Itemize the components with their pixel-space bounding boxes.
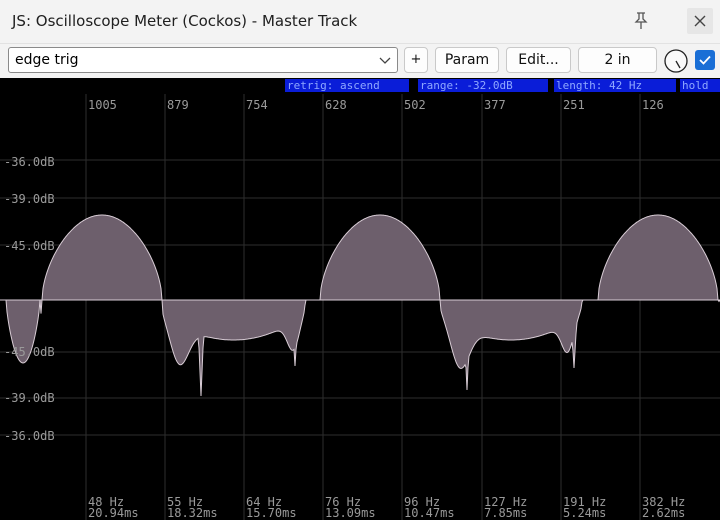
bypass-checkbox[interactable] — [695, 50, 715, 70]
top-label: 628 — [325, 98, 347, 112]
time-label: 15.70ms — [246, 506, 297, 520]
status-range: range: -32.0dB — [420, 79, 513, 92]
title-bar[interactable]: JS: Oscilloscope Meter (Cockos) - Master… — [0, 0, 720, 44]
top-label: 754 — [246, 98, 268, 112]
status-bar: retrig: ascend range: -32.0dB length: 42… — [285, 79, 720, 92]
db-label: -36.0dB — [4, 155, 55, 169]
knob-icon — [664, 49, 688, 73]
add-preset-button[interactable]: + — [404, 47, 428, 73]
top-label: 879 — [167, 98, 189, 112]
close-button[interactable] — [687, 8, 713, 34]
db-label: -39.0dB — [4, 192, 55, 206]
db-label: -45.0dB — [4, 345, 55, 359]
preset-dropdown[interactable]: edge trig — [8, 47, 398, 73]
grid — [0, 94, 720, 520]
waveform-fill — [0, 215, 720, 396]
db-label: -39.0dB — [4, 391, 55, 405]
plugin-window: JS: Oscilloscope Meter (Cockos) - Master… — [0, 0, 720, 520]
time-labels: 20.94ms 18.32ms 15.70ms 13.09ms 10.47ms … — [88, 506, 685, 520]
window-title: JS: Oscilloscope Meter (Cockos) - Master… — [12, 12, 358, 30]
top-axis-labels: 1005 879 754 628 502 377 251 126 — [88, 98, 664, 112]
status-retrig: retrig: ascend — [287, 79, 380, 92]
param-button[interactable]: Param — [435, 47, 499, 73]
status-hold: hold — [682, 79, 709, 92]
checkmark-icon — [699, 55, 711, 65]
preset-value: edge trig — [15, 52, 79, 68]
chevron-down-icon — [379, 57, 391, 64]
wet-knob[interactable] — [663, 48, 689, 74]
time-label: 18.32ms — [167, 506, 218, 520]
time-label: 13.09ms — [325, 506, 376, 520]
top-label: 502 — [404, 98, 426, 112]
scope-canvas: retrig: ascend range: -32.0dB length: 42… — [0, 79, 720, 520]
oscilloscope-display[interactable]: retrig: ascend range: -32.0dB length: 42… — [0, 78, 720, 520]
top-label: 126 — [642, 98, 664, 112]
db-label: -45.0dB — [4, 239, 55, 253]
time-label: 7.85ms — [484, 506, 527, 520]
time-label: 10.47ms — [404, 506, 455, 520]
status-length: length: 42 Hz — [556, 79, 642, 92]
toolbar: edge trig + Param Edit... 2 in — [0, 44, 720, 78]
time-label: 20.94ms — [88, 506, 139, 520]
db-label: -36.0dB — [4, 429, 55, 443]
pin-button[interactable] — [628, 8, 654, 34]
time-label: 5.24ms — [563, 506, 606, 520]
edit-button[interactable]: Edit... — [506, 47, 571, 73]
io-button[interactable]: 2 in — [578, 47, 657, 73]
close-icon — [694, 15, 706, 27]
top-label: 251 — [563, 98, 585, 112]
top-label: 1005 — [88, 98, 117, 112]
pin-icon — [634, 12, 648, 29]
time-label: 2.62ms — [642, 506, 685, 520]
top-label: 377 — [484, 98, 506, 112]
